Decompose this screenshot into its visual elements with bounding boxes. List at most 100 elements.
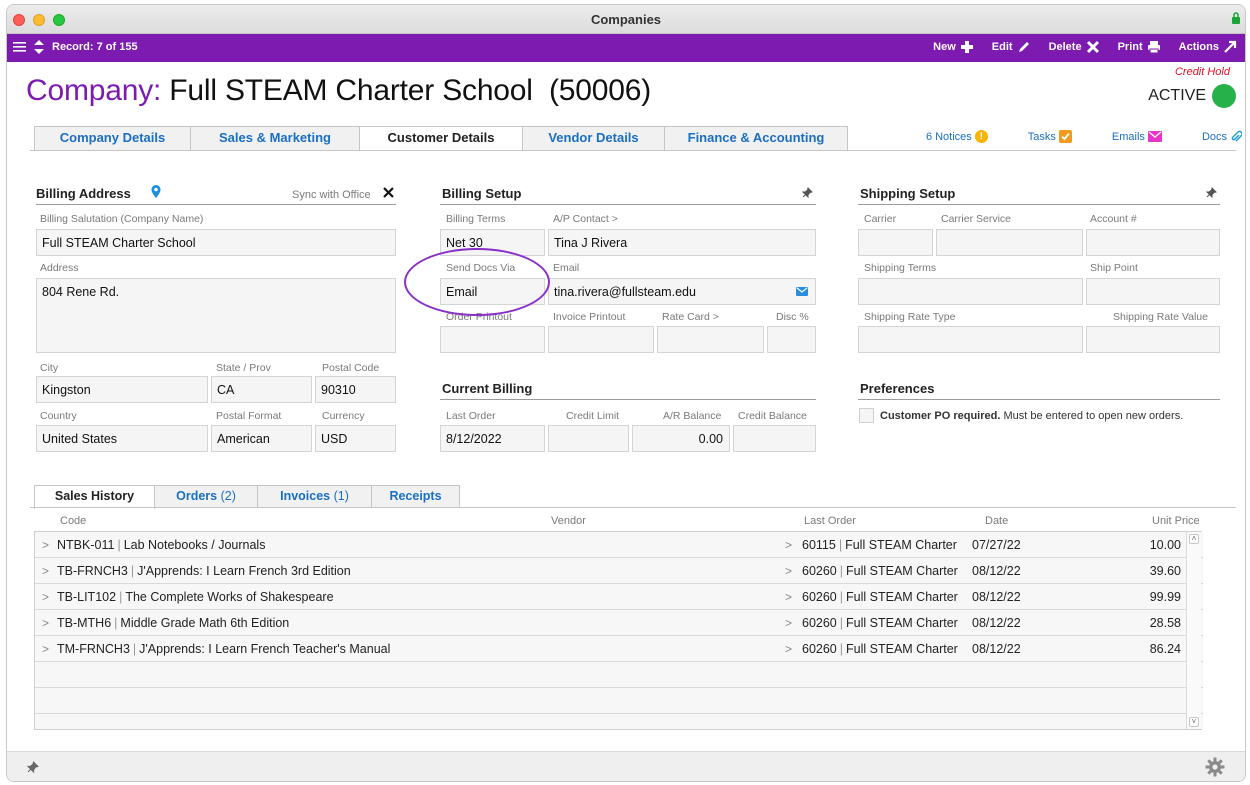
address-label: Address: [40, 262, 79, 274]
disc-field[interactable]: [767, 326, 816, 353]
vendor-chevron-icon[interactable]: >: [785, 538, 792, 552]
ar-balance-field[interactable]: 0.00: [632, 425, 730, 452]
table-row[interactable]: > TB-FRNCH3 | J'Apprends: I Learn French 3…: [35, 558, 1203, 584]
disc-label: Disc %: [776, 311, 809, 323]
tab-customer-details[interactable]: Customer Details: [359, 126, 523, 151]
ap-contact-label[interactable]: A/P Contact >: [553, 213, 618, 225]
tab-receipts[interactable]: Receipts: [371, 485, 460, 508]
country-field[interactable]: United States: [36, 425, 208, 452]
row-price: 99.99: [1149, 590, 1181, 604]
email-label: Email: [553, 262, 580, 274]
tab-invoices[interactable]: Invoices (1): [257, 485, 372, 508]
window-title: Companies: [590, 12, 662, 27]
pin-icon[interactable]: [1206, 187, 1217, 198]
tab-company-details[interactable]: Company Details: [34, 126, 191, 150]
invoice-printout-field[interactable]: [548, 326, 654, 353]
scroll-up-icon[interactable]: ˄: [1189, 534, 1199, 544]
postal-format-label: Postal Format: [216, 410, 282, 422]
credit-limit-field[interactable]: [548, 425, 629, 452]
billing-terms-field[interactable]: Net 30: [440, 229, 545, 256]
location-pin-icon[interactable]: [151, 185, 161, 198]
expand-chevron-icon[interactable]: >: [42, 590, 49, 604]
currency-field[interactable]: USD: [315, 425, 396, 452]
send-docs-via-field[interactable]: Email: [440, 278, 545, 305]
state-field[interactable]: CA: [211, 376, 312, 403]
expand-chevron-icon[interactable]: >: [42, 564, 49, 578]
status-dot: [1212, 84, 1236, 108]
col-header-date[interactable]: Date: [985, 515, 1008, 527]
docs-link[interactable]: Docs: [1202, 130, 1242, 143]
pin-icon[interactable]: [27, 761, 39, 773]
col-header-unit-price[interactable]: Unit Price: [1152, 515, 1200, 527]
vendor-chevron-icon[interactable]: >: [785, 564, 792, 578]
col-header-vendor[interactable]: Vendor: [551, 515, 586, 527]
scroll-down-icon[interactable]: ˅: [1189, 717, 1199, 727]
col-header-last-order[interactable]: Last Order: [804, 515, 856, 527]
actions-button[interactable]: Actions: [1179, 40, 1237, 54]
record-counter: Record: 7 of 155: [52, 41, 138, 53]
row-description: J'Apprends: I Learn French 3rd Edition: [137, 564, 351, 578]
shipping-rate-type-field[interactable]: [858, 326, 1083, 353]
vendor-chevron-icon[interactable]: >: [785, 642, 792, 656]
tab-sales-marketing[interactable]: Sales & Marketing: [190, 126, 360, 150]
currency-label: Currency: [322, 410, 365, 422]
tab-sales-history[interactable]: Sales History: [34, 485, 155, 509]
ship-point-field[interactable]: [1086, 278, 1220, 305]
emails-link[interactable]: Emails: [1112, 130, 1162, 143]
gear-icon[interactable]: [1205, 757, 1225, 777]
tab-finance-accounting[interactable]: Finance & Accounting: [664, 126, 848, 150]
shipping-terms-field[interactable]: [858, 278, 1083, 305]
menu-icon[interactable]: [13, 41, 26, 53]
tab-orders[interactable]: Orders (2): [154, 485, 258, 508]
row-vendor: Full STEAM Charter: [846, 564, 958, 578]
shipping-rate-value-field[interactable]: [1086, 326, 1220, 353]
table-row[interactable]: > TM-FRNCH3 | J'Apprends: I Learn French T…: [35, 636, 1203, 662]
city-field[interactable]: Kingston: [36, 376, 208, 403]
customer-po-text: Customer PO required. Must be entered to…: [880, 410, 1184, 422]
lock-icon[interactable]: [1231, 11, 1241, 25]
address-field[interactable]: 804 Rene Rd.: [36, 278, 396, 353]
table-row[interactable]: > NTBK-011 | Lab Notebooks / Journals > 60…: [35, 532, 1203, 558]
shipping-setup-title: Shipping Setup: [860, 186, 956, 201]
edit-button[interactable]: Edit: [992, 40, 1031, 54]
col-header-code[interactable]: Code: [60, 515, 86, 527]
table-row[interactable]: > TB-LIT102 | The Complete Works of Shakes…: [35, 584, 1203, 610]
notices-link[interactable]: 6 Notices !: [926, 130, 988, 143]
printer-icon: [1147, 41, 1160, 54]
rate-card-label[interactable]: Rate Card >: [662, 311, 719, 323]
account-number-field[interactable]: [1086, 229, 1220, 256]
row-order: 60260: [802, 616, 837, 630]
print-button[interactable]: Print: [1118, 40, 1161, 54]
mail-icon: [1147, 131, 1162, 142]
updown-icon[interactable]: [34, 40, 44, 54]
sync-close-icon[interactable]: [382, 186, 395, 199]
last-order-field[interactable]: 8/12/2022: [440, 425, 545, 452]
table-row-empty: [35, 714, 1203, 729]
tab-vendor-details[interactable]: Vendor Details: [522, 126, 665, 150]
postal-format-field[interactable]: American: [211, 425, 312, 452]
ap-contact-field[interactable]: Tina J Rivera: [548, 229, 816, 256]
table-scrollbar[interactable]: ˄ ˅: [1186, 532, 1201, 729]
expand-chevron-icon[interactable]: >: [42, 616, 49, 630]
delete-button[interactable]: Delete: [1049, 40, 1100, 54]
carrier-field[interactable]: [858, 229, 933, 256]
order-printout-field[interactable]: [440, 326, 545, 353]
carrier-service-field[interactable]: [936, 229, 1083, 256]
pin-icon[interactable]: [802, 187, 813, 198]
vendor-chevron-icon[interactable]: >: [785, 590, 792, 604]
row-date: 08/12/22: [972, 642, 1021, 656]
table-row[interactable]: > TB-MTH6 | Middle Grade Math 6th Edition …: [35, 610, 1203, 636]
vendor-chevron-icon[interactable]: >: [785, 616, 792, 630]
new-button[interactable]: New: [933, 40, 974, 54]
expand-chevron-icon[interactable]: >: [42, 642, 49, 656]
email-field[interactable]: tina.rivera@fullsteam.edu: [548, 278, 816, 305]
salutation-field[interactable]: Full STEAM Charter School: [36, 229, 396, 256]
rate-card-field[interactable]: [657, 326, 764, 353]
postal-code-field[interactable]: 90310: [315, 376, 396, 403]
send-email-icon[interactable]: [796, 287, 808, 296]
tasks-link[interactable]: Tasks: [1028, 130, 1072, 143]
expand-chevron-icon[interactable]: >: [42, 538, 49, 552]
customer-po-checkbox[interactable]: [859, 408, 874, 423]
credit-balance-field[interactable]: [733, 425, 816, 452]
company-label: Company:: [26, 74, 162, 107]
